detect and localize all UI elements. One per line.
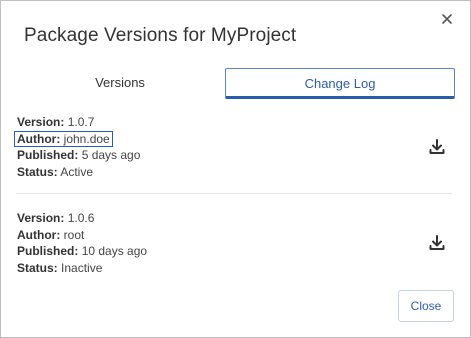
tab-change-log[interactable]: Change Log <box>225 68 455 99</box>
published-value: 5 days ago <box>81 148 141 162</box>
published-value: 10 days ago <box>81 244 148 258</box>
close-button[interactable]: Close <box>398 290 454 322</box>
tab-bar: Versions Change Log <box>16 68 457 99</box>
package-versions-dialog: Package Versions for MyProject Versions … <box>0 0 471 338</box>
version-value: 1.0.7 <box>67 115 95 129</box>
status-label: Status: <box>17 164 58 179</box>
author-value: root <box>63 227 85 242</box>
status-value: Active <box>60 164 94 179</box>
divider <box>16 193 452 194</box>
author-value: john.doe <box>63 131 110 146</box>
download-icon[interactable] <box>427 233 447 253</box>
version-value: 1.0.6 <box>67 211 95 225</box>
download-icon[interactable] <box>427 137 447 157</box>
status-label: Status: <box>17 260 58 275</box>
author-field-highlight: Author: john.doe <box>14 130 113 147</box>
version-label: Version: <box>17 115 65 129</box>
tab-versions[interactable]: Versions <box>16 68 224 99</box>
dialog-title: Package Versions for MyProject <box>24 25 297 46</box>
published-label: Published: <box>17 244 79 258</box>
status-value: Inactive <box>61 260 103 275</box>
close-icon[interactable] <box>439 11 455 27</box>
version-entry: Version: 1.0.6 Author: root Published: 1… <box>17 210 457 276</box>
published-label: Published: <box>17 148 79 162</box>
author-label: Author: <box>17 227 61 242</box>
version-entry: Version: 1.0.7 Author: john.doe Publishe… <box>14 114 457 180</box>
author-label: Author: <box>17 131 61 146</box>
version-label: Version: <box>17 211 65 225</box>
